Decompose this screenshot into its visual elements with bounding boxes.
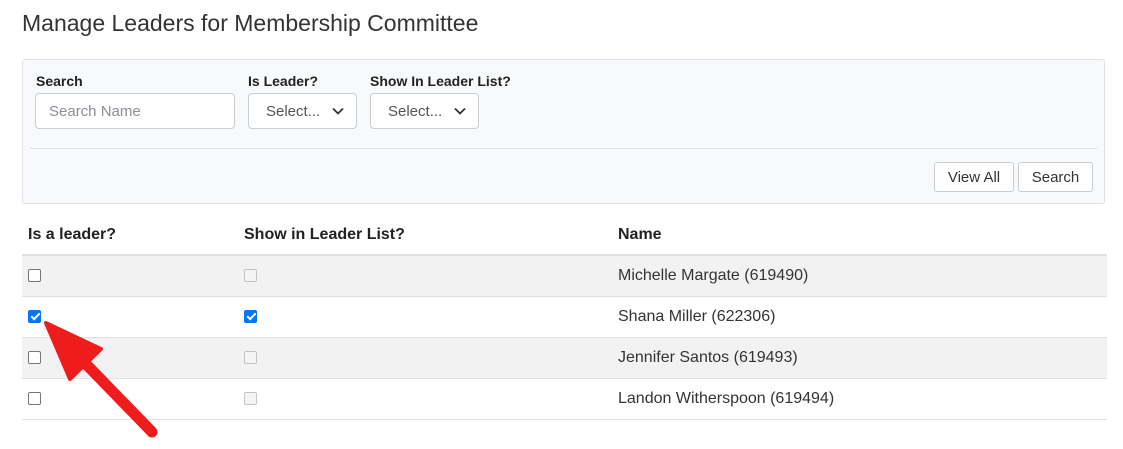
cell-is-leader	[22, 378, 238, 420]
is-leader-checkbox[interactable]	[28, 350, 41, 364]
show-in-list-label: Show In Leader List?	[370, 73, 511, 89]
cell-is-leader	[22, 337, 238, 379]
page-title: Manage Leaders for Membership Committee	[22, 10, 479, 36]
table-row: Michelle Margate (619490)	[22, 255, 1107, 297]
cell-show-in-list	[238, 337, 612, 379]
is-leader-checkbox[interactable]	[28, 391, 41, 405]
cell-is-leader	[22, 296, 238, 338]
leaders-table: Is a leader? Show in Leader List? Name M…	[22, 215, 1107, 420]
cell-is-leader	[22, 255, 238, 297]
show-in-list-checkbox	[244, 391, 257, 405]
member-name: Shana Miller (622306)	[612, 296, 1107, 338]
member-name: Landon Witherspoon (619494)	[612, 378, 1107, 420]
show-in-list-select-value: Select...	[388, 102, 443, 120]
chevron-down-icon	[454, 107, 478, 115]
show-in-list-checkbox	[244, 269, 257, 283]
cell-show-in-list	[238, 255, 612, 297]
table-header-row: Is a leader? Show in Leader List? Name	[22, 215, 1107, 256]
search-label: Search	[36, 73, 83, 89]
search-button[interactable]: Search	[1018, 162, 1093, 192]
show-in-list-select[interactable]: Select...	[370, 93, 479, 129]
is-leader-checkbox[interactable]	[28, 309, 41, 323]
filter-panel: Search Is Leader? Select... Show In Lead…	[22, 59, 1105, 204]
is-leader-label: Is Leader?	[248, 73, 319, 89]
cell-show-in-list	[238, 296, 612, 338]
search-input[interactable]	[35, 93, 235, 129]
table-row: Shana Miller (622306)	[22, 296, 1107, 338]
show-in-list-checkbox	[244, 350, 257, 364]
cell-show-in-list	[238, 378, 612, 420]
member-name: Jennifer Santos (619493)	[612, 337, 1107, 379]
table-row: Jennifer Santos (619493)	[22, 337, 1107, 379]
show-in-list-checkbox[interactable]	[244, 309, 257, 323]
is-leader-select[interactable]: Select...	[248, 93, 357, 129]
member-name: Michelle Margate (619490)	[612, 255, 1107, 297]
header-show-in-list: Show in Leader List?	[238, 215, 612, 256]
is-leader-checkbox[interactable]	[28, 269, 41, 283]
filter-divider	[30, 148, 1097, 149]
view-all-button[interactable]: View All	[934, 162, 1014, 192]
is-leader-select-value: Select...	[266, 102, 321, 120]
header-is-leader: Is a leader?	[22, 215, 238, 256]
header-name: Name	[612, 215, 1107, 256]
table-row: Landon Witherspoon (619494)	[22, 378, 1107, 420]
chevron-down-icon	[332, 107, 356, 115]
